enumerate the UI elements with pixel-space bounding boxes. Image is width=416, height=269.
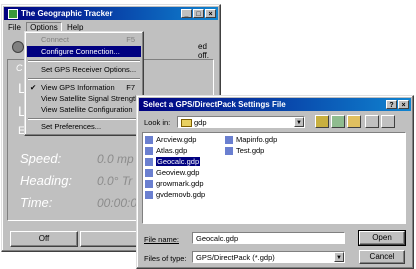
menu-item-connect-label: Connect bbox=[41, 35, 69, 44]
gdp-file-icon bbox=[145, 158, 153, 166]
menu-item-configure-label: Configure Connection... bbox=[41, 47, 120, 56]
menu-file[interactable]: File bbox=[5, 23, 24, 32]
off-button-label: Off bbox=[38, 234, 50, 243]
file-item-label: Atlas.gdp bbox=[156, 146, 188, 155]
menu-item-preferences-label: Set Preferences... bbox=[41, 122, 102, 131]
gdp-file-icon bbox=[145, 191, 153, 199]
status-text: ed off. bbox=[198, 42, 209, 60]
gdp-file-icon bbox=[225, 147, 233, 155]
look-in-label: Look in: bbox=[144, 118, 171, 127]
up-folder-button[interactable] bbox=[315, 115, 329, 128]
time-value: 00:00:0 bbox=[97, 196, 138, 210]
gdp-file-icon bbox=[225, 136, 233, 144]
checkmark-icon: ✔ bbox=[30, 83, 37, 92]
file-name-value: Geocalc.gdp bbox=[196, 234, 239, 243]
menu-separator bbox=[28, 78, 140, 80]
files-of-type-dropdown[interactable]: GPS/DirectPack (*.gdp) ▼ bbox=[192, 251, 345, 263]
look-in-dropdown[interactable]: gdp ▼ bbox=[177, 116, 305, 128]
files-of-type-label: Files of type: bbox=[144, 254, 187, 263]
file-item-gvdemovb[interactable]: gvdemovb.gdp bbox=[145, 190, 205, 200]
status-indicator-icon bbox=[12, 41, 24, 53]
maximize-button[interactable]: □ bbox=[193, 9, 204, 18]
dialog-close-button[interactable]: × bbox=[398, 100, 409, 109]
file-name-label: File name: bbox=[144, 235, 180, 244]
file-item-label: gvdemovb.gdp bbox=[156, 190, 206, 199]
heading-value: 0.0° Tr bbox=[97, 174, 133, 188]
file-list[interactable]: Arcview.gdp Atlas.gdp Geocalc.gdp Geovie… bbox=[142, 132, 406, 224]
minimize-button[interactable]: _ bbox=[181, 9, 192, 18]
menu-item-preferences[interactable]: Set Preferences... bbox=[27, 121, 141, 132]
file-item-label: growmark.gdp bbox=[156, 179, 204, 188]
options-dropdown-menu: Connect F5 Configure Connection... Set GP… bbox=[24, 31, 144, 136]
main-title: The Geographic Tracker bbox=[21, 9, 113, 18]
menu-item-connect-shortcut: F5 bbox=[126, 35, 135, 44]
menu-separator bbox=[28, 60, 140, 62]
file-item-label: Geoview.gdp bbox=[156, 168, 200, 177]
menu-item-view-gps-shortcut: F7 bbox=[126, 83, 135, 92]
gdp-file-icon bbox=[145, 136, 153, 144]
app-icon bbox=[8, 8, 18, 19]
file-item-label: Test.gdp bbox=[236, 146, 265, 155]
cancel-button[interactable]: Cancel bbox=[359, 250, 405, 264]
off-button[interactable]: Off bbox=[10, 231, 78, 247]
speed-label: Speed: bbox=[20, 151, 62, 166]
file-item-growmark[interactable]: growmark.gdp bbox=[145, 179, 204, 189]
menu-item-gps-receiver-options[interactable]: Set GPS Receiver Options... bbox=[27, 64, 141, 75]
files-of-type-value: GPS/DirectPack (*.gdp) bbox=[196, 253, 275, 262]
menu-item-satellite-configuration[interactable]: View Satellite Configuration bbox=[27, 104, 141, 115]
heading-label: Heading: bbox=[20, 173, 73, 188]
chevron-down-icon[interactable]: ▼ bbox=[294, 117, 304, 127]
panel-letter-c: C bbox=[16, 63, 23, 73]
file-dialog: Select a GPS/DirectPack Settings File ? … bbox=[136, 95, 414, 269]
file-item-test[interactable]: Test.gdp bbox=[225, 146, 264, 156]
desktop-button[interactable] bbox=[331, 115, 345, 128]
file-item-label: Geocalc.gdp bbox=[154, 156, 202, 167]
file-item-mapinfo[interactable]: Mapinfo.gdp bbox=[225, 135, 277, 145]
file-item-atlas[interactable]: Atlas.gdp bbox=[145, 146, 187, 156]
menu-item-view-gps-information[interactable]: ✔ View GPS Information F7 bbox=[27, 82, 141, 93]
cancel-button-label: Cancel bbox=[369, 252, 395, 261]
menu-item-view-gps-label: View GPS Information bbox=[41, 83, 115, 92]
file-name-input[interactable]: Geocalc.gdp bbox=[192, 232, 345, 244]
file-item-geocalc[interactable]: Geocalc.gdp bbox=[145, 156, 202, 167]
secondary-button[interactable] bbox=[80, 231, 140, 247]
open-button-label: Open bbox=[372, 233, 392, 242]
time-label: Time: bbox=[20, 195, 53, 210]
file-item-geoview[interactable]: Geoview.gdp bbox=[145, 168, 199, 178]
menu-item-configure-connection[interactable]: Configure Connection... bbox=[27, 46, 141, 57]
look-in-value: gdp bbox=[194, 118, 207, 127]
list-view-button[interactable] bbox=[365, 115, 379, 128]
folder-icon bbox=[181, 119, 192, 128]
speed-value: 0.0 mp bbox=[97, 152, 134, 166]
file-item-label: Mapinfo.gdp bbox=[236, 135, 278, 144]
menu-item-receiver-label: Set GPS Receiver Options... bbox=[41, 65, 137, 74]
new-folder-button[interactable] bbox=[347, 115, 361, 128]
gdp-file-icon bbox=[145, 169, 153, 177]
menu-item-satconfig-label: View Satellite Configuration bbox=[41, 105, 133, 114]
menu-item-connect[interactable]: Connect F5 bbox=[27, 34, 141, 45]
details-view-button[interactable] bbox=[381, 115, 395, 128]
file-item-label: Arcview.gdp bbox=[156, 135, 197, 144]
menu-separator bbox=[28, 118, 140, 120]
gdp-file-icon bbox=[145, 180, 153, 188]
file-item-arcview[interactable]: Arcview.gdp bbox=[145, 135, 196, 145]
gdp-file-icon bbox=[145, 147, 153, 155]
close-button[interactable]: × bbox=[205, 9, 216, 18]
dialog-title-bar[interactable]: Select a GPS/DirectPack Settings File ? … bbox=[139, 98, 411, 111]
open-button[interactable]: Open bbox=[358, 230, 406, 246]
menu-item-signal-label: View Satellite Signal Strength bbox=[41, 94, 140, 103]
help-button[interactable]: ? bbox=[386, 100, 397, 109]
main-title-bar[interactable]: The Geographic Tracker _ □ × bbox=[4, 7, 218, 20]
dialog-title: Select a GPS/DirectPack Settings File bbox=[143, 100, 286, 109]
chevron-down-icon[interactable]: ▼ bbox=[334, 252, 344, 262]
menu-item-satellite-signal[interactable]: View Satellite Signal Strength bbox=[27, 93, 141, 104]
